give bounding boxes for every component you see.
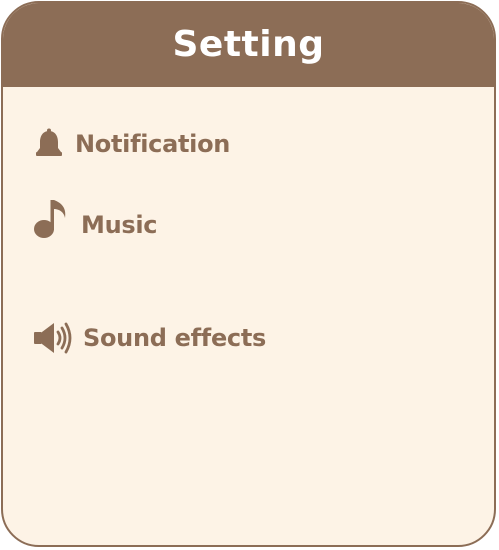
settings-header: Setting <box>3 3 494 87</box>
setting-label-sound-effects: Sound effects <box>83 324 267 352</box>
setting-item-music[interactable]: Music <box>33 196 158 240</box>
bell-icon <box>33 128 65 160</box>
settings-panel: Setting Notification Music Sound effects <box>1 1 496 547</box>
setting-item-sound-effects[interactable]: Sound effects <box>33 321 266 355</box>
speaker-icon <box>33 321 73 355</box>
music-note-icon <box>33 196 71 240</box>
setting-label-music: Music <box>81 211 158 239</box>
page-title: Setting <box>172 23 325 65</box>
setting-item-notification[interactable]: Notification <box>33 128 230 160</box>
setting-label-notification: Notification <box>75 130 231 158</box>
